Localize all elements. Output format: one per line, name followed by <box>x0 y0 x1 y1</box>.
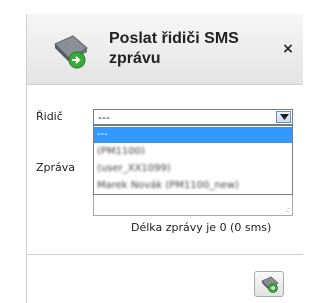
sms-dialog: Poslat řidiči SMS zprávu × Řidič --- ---… <box>26 14 303 303</box>
chevron-down-icon[interactable] <box>276 111 291 123</box>
dialog-header: Poslat řidiči SMS zprávu × <box>27 14 303 85</box>
dropdown-option[interactable]: --- <box>94 127 292 143</box>
dialog-title: Poslat řidiči SMS zprávu <box>109 30 239 67</box>
sms-phone-icon <box>51 30 91 70</box>
close-button[interactable]: × <box>280 41 296 57</box>
dropdown-option[interactable]: (user_XX1099) <box>94 161 292 177</box>
driver-dropdown-list: --- (PM1100) (user_XX1099) Marek Novák (… <box>93 125 293 195</box>
driver-select[interactable]: --- <box>93 109 293 125</box>
resize-grip-icon[interactable]: .:· <box>285 205 291 214</box>
driver-label: Řidič <box>36 110 63 123</box>
dropdown-option[interactable]: (PM1100) <box>94 144 292 160</box>
message-label: Zpráva <box>36 161 76 174</box>
divider <box>27 254 303 255</box>
driver-select-value: --- <box>98 111 110 124</box>
message-length-info: Délka zprávy je 0 (0 sms) <box>131 221 272 234</box>
send-sms-button[interactable] <box>254 271 284 297</box>
dropdown-option[interactable]: Marek Novák (PM1100_new) <box>94 178 292 194</box>
